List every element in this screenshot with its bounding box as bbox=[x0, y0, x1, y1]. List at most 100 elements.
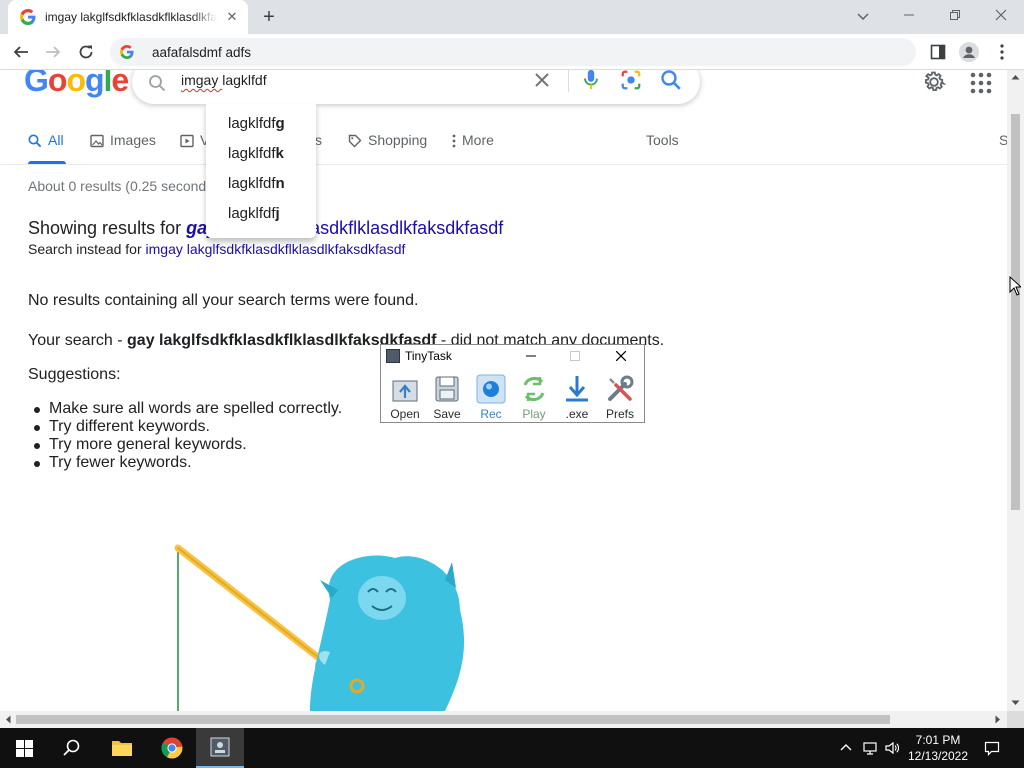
suggestion-item: Try more general keywords. bbox=[33, 436, 342, 454]
profile-button[interactable] bbox=[959, 42, 979, 62]
scroll-down-icon[interactable] bbox=[1011, 700, 1020, 706]
autocomplete-completion: k bbox=[275, 145, 284, 162]
volume-icon[interactable] bbox=[884, 740, 900, 756]
suggestion-item: Try different keywords. bbox=[33, 418, 342, 436]
search-box[interactable]: imgay lagklfdf bbox=[132, 70, 700, 104]
autocomplete-base: lagklfdf bbox=[228, 145, 276, 162]
forward-button[interactable] bbox=[42, 41, 64, 63]
google-logo[interactable]: Google bbox=[24, 70, 129, 99]
autocomplete-item[interactable]: lagklfdfn bbox=[206, 172, 316, 202]
autocomplete-base: lagklfdf bbox=[228, 205, 276, 222]
instead-prefix: Search instead for bbox=[28, 241, 146, 257]
tab-strip: imgay lakglfsdkfklasdkflklasdlkfaksdkfas… bbox=[0, 0, 1024, 34]
browser-toolbar: aafafalsdmf adfs bbox=[0, 34, 1024, 70]
tab-more[interactable]: More bbox=[452, 132, 494, 164]
tinytask-titlebar[interactable]: TinyTask bbox=[381, 345, 644, 367]
tinytask-play-button[interactable]: Play bbox=[514, 374, 554, 422]
autocomplete-dropdown: lagklfdfg lagklfdfk lagklfdfn lagklfdfj bbox=[206, 104, 316, 238]
scroll-right-icon[interactable] bbox=[995, 715, 1001, 724]
tab-all[interactable]: All bbox=[28, 132, 66, 164]
video-play-icon bbox=[180, 134, 194, 148]
chrome-menu-button[interactable] bbox=[992, 42, 1012, 62]
minimize-button[interactable] bbox=[886, 0, 932, 30]
wrench-screwdriver-icon bbox=[608, 375, 634, 401]
show-hidden-icons-chevron[interactable] bbox=[838, 740, 854, 756]
autocomplete-item[interactable]: lagklfdfk bbox=[206, 142, 316, 172]
google-apps-grid-icon[interactable] bbox=[970, 72, 992, 94]
vertical-scrollbar[interactable] bbox=[1007, 70, 1024, 711]
image-icon bbox=[90, 134, 104, 148]
no-results-message: No results containing all your search te… bbox=[28, 292, 419, 309]
address-text: aafafalsdmf adfs bbox=[152, 44, 252, 60]
tinytask-app-icon bbox=[386, 349, 400, 363]
tab-images[interactable]: Images bbox=[90, 132, 156, 164]
horizontal-scroll-thumb[interactable] bbox=[16, 715, 890, 724]
tinytask-open-label: Open bbox=[390, 407, 420, 421]
tinytask-save-label: Save bbox=[433, 407, 461, 421]
tinytask-window: TinyTask Open Save Rec Play .exe Prefs bbox=[380, 344, 645, 423]
tinytask-exe-button[interactable]: .exe bbox=[557, 374, 597, 422]
settings-gear-icon[interactable] bbox=[922, 70, 946, 94]
network-icon[interactable] bbox=[862, 740, 878, 756]
autocomplete-item[interactable]: lagklfdfg bbox=[206, 112, 316, 142]
taskbar-chrome[interactable] bbox=[148, 728, 196, 768]
search-icon bbox=[28, 134, 42, 148]
browser-tab[interactable]: imgay lakglfsdkfklasdkflklasdlkfaksdkfas… bbox=[8, 0, 248, 34]
showing-prefix: Showing results for bbox=[28, 218, 187, 238]
clear-search-icon[interactable] bbox=[532, 70, 552, 90]
back-button[interactable] bbox=[10, 41, 32, 63]
tinytask-prefs-button[interactable]: Prefs bbox=[600, 374, 640, 422]
reload-button[interactable] bbox=[75, 41, 97, 63]
scroll-left-icon[interactable] bbox=[5, 715, 11, 724]
tab-shopping[interactable]: Shopping bbox=[348, 132, 427, 164]
original-query-link[interactable]: imgay lakglfsdkfklasdkflklasdlkfaksdkfas… bbox=[146, 241, 406, 257]
safesearch-button[interactable]: S bbox=[999, 132, 1007, 164]
voice-search-icon[interactable] bbox=[582, 70, 600, 91]
tab-tail-label: s bbox=[315, 132, 322, 148]
tinytask-close-button[interactable] bbox=[613, 348, 629, 364]
close-window-button[interactable] bbox=[978, 0, 1024, 30]
tinytask-save-button[interactable]: Save bbox=[427, 374, 467, 422]
tag-icon bbox=[348, 134, 362, 148]
search-divider bbox=[568, 70, 569, 92]
system-clock[interactable]: 7:01 PM 12/13/2022 bbox=[906, 732, 970, 764]
autocomplete-item[interactable]: lagklfdfj bbox=[206, 202, 316, 232]
search-input[interactable]: imgay lagklfdf bbox=[181, 72, 267, 88]
taskbar-tinytask[interactable] bbox=[196, 728, 244, 768]
record-icon bbox=[476, 374, 506, 404]
side-panel-button[interactable] bbox=[928, 42, 948, 62]
tools-button[interactable]: Tools bbox=[646, 132, 679, 164]
your-search-prefix: Your search - bbox=[28, 332, 128, 349]
tab-search-chevron-icon[interactable] bbox=[854, 7, 872, 25]
autocomplete-completion: g bbox=[275, 115, 285, 132]
tab-more-label: More bbox=[462, 132, 494, 148]
tab-news-tail[interactable]: s bbox=[315, 132, 322, 164]
tab-shopping-label: Shopping bbox=[368, 132, 428, 148]
tinytask-play-label: Play bbox=[522, 407, 546, 421]
back-arrow-icon bbox=[13, 46, 28, 58]
tinytask-rec-button[interactable]: Rec bbox=[471, 374, 511, 422]
taskbar-search-button[interactable] bbox=[48, 728, 96, 768]
tinytask-minimize-button[interactable] bbox=[523, 348, 539, 364]
new-tab-button[interactable]: + bbox=[258, 7, 280, 29]
tabs-divider bbox=[0, 164, 1007, 165]
tinytask-maximize-button bbox=[567, 348, 583, 364]
vertical-scroll-thumb[interactable] bbox=[1011, 114, 1020, 510]
tab-videos[interactable]: V bbox=[180, 132, 209, 164]
search-submit-icon[interactable] bbox=[660, 70, 682, 91]
maximize-icon bbox=[570, 351, 580, 361]
more-vert-icon bbox=[452, 134, 456, 148]
google-lens-icon[interactable] bbox=[620, 70, 642, 91]
kebab-menu-icon bbox=[1000, 44, 1004, 60]
notification-center-icon[interactable] bbox=[984, 740, 1000, 756]
tab-close-icon[interactable]: ✕ bbox=[224, 9, 240, 25]
restore-button[interactable] bbox=[932, 0, 978, 30]
query-prefix: imgay bbox=[181, 72, 223, 88]
google-favicon-icon bbox=[20, 9, 36, 25]
address-bar[interactable]: aafafalsdmf adfs bbox=[110, 38, 916, 66]
horizontal-scrollbar[interactable] bbox=[0, 711, 1007, 728]
start-button[interactable] bbox=[0, 728, 48, 768]
taskbar-file-explorer[interactable] bbox=[98, 728, 146, 768]
tinytask-open-button[interactable]: Open bbox=[385, 374, 425, 422]
scroll-up-icon[interactable] bbox=[1011, 74, 1020, 80]
